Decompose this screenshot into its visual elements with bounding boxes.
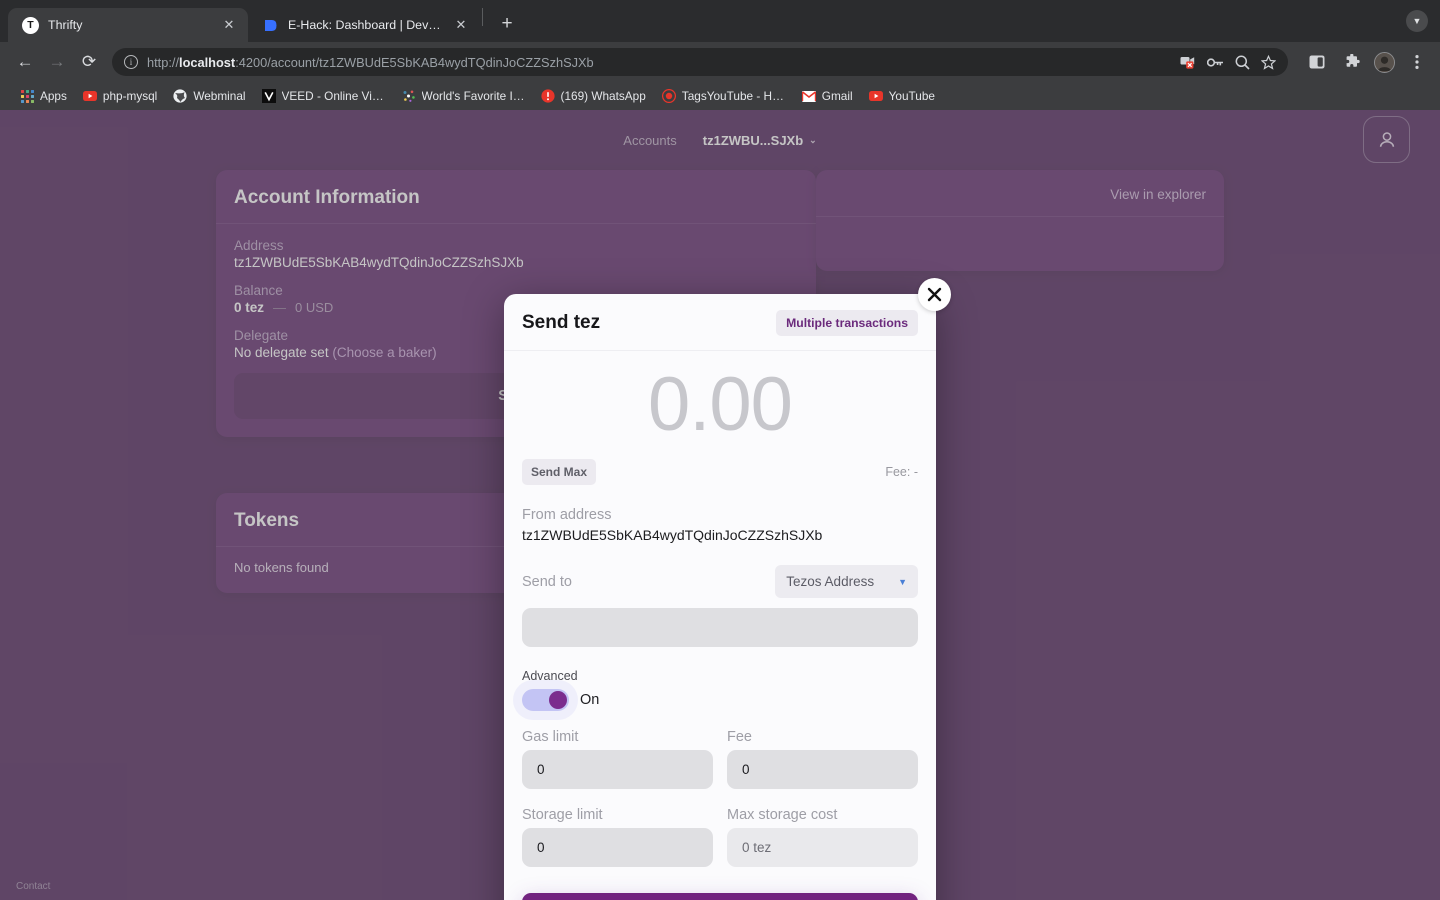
chrome-menu-icon[interactable] (1404, 49, 1430, 75)
storage-limit-input[interactable]: 0 (522, 828, 713, 867)
youtube-icon (82, 89, 97, 103)
recipient-address-input[interactable] (522, 608, 918, 647)
bookmark-label: php-mysql (102, 89, 158, 103)
back-button[interactable]: ← (10, 47, 40, 77)
toggle-knob (549, 691, 567, 709)
globe-icon (173, 89, 187, 103)
camera-blocked-icon[interactable] (1180, 55, 1196, 69)
tab-title: Thrifty (48, 18, 83, 32)
bookmark-star-icon[interactable] (1261, 54, 1276, 70)
fee-field: Fee 0 (727, 729, 918, 789)
address-bar[interactable]: i http://localhost:4200/account/tz1ZWBUd… (112, 48, 1288, 76)
record-icon (661, 89, 676, 103)
browser-tab-thrifty[interactable]: T Thrifty ✕ (8, 8, 248, 42)
multiple-transactions-button[interactable]: Multiple transactions (776, 310, 918, 336)
devfolio-favicon-icon (262, 17, 279, 34)
omnibox-actions (1180, 54, 1276, 70)
gas-limit-input[interactable]: 0 (522, 750, 713, 789)
bookmark-tagsyoutube[interactable]: TagsYouTube - Ha… (654, 86, 794, 106)
send-tez-modal: Send tez Multiple transactions 0.00 Send… (504, 294, 936, 900)
fee-label: Fee (727, 729, 752, 745)
advanced-toggle-state: On (580, 692, 600, 708)
advanced-toggle-row: On (522, 689, 918, 711)
max-storage-cost-field: Max storage cost 0 tez (727, 807, 918, 867)
bookmark-label: Webminal (193, 89, 246, 103)
confetti-icon (402, 89, 416, 103)
amount-zone: 0.00 (522, 351, 918, 463)
zoom-out-icon[interactable] (1235, 55, 1250, 70)
tab-close-icon[interactable]: ✕ (452, 16, 470, 34)
youtube-icon (868, 89, 883, 103)
bookmark-label: YouTube (888, 89, 935, 103)
bookmark-gmail[interactable]: Gmail (794, 86, 861, 106)
window-controls-button[interactable]: ▼ (1406, 10, 1428, 32)
advanced-label: Advanced (522, 669, 578, 683)
send-to-label: Send to (522, 573, 572, 590)
close-icon (927, 287, 942, 302)
bookmark-whatsapp[interactable]: (169) WhatsApp (533, 86, 654, 106)
from-address-value: tz1ZWBUdE5SbKAB4wydTQdinJoCZZSzhSJXb (522, 527, 823, 543)
fee-note: Fee: - (885, 465, 918, 479)
reload-button[interactable]: ⟳ (74, 47, 104, 77)
amount-input[interactable]: 0.00 (522, 363, 918, 447)
bookmark-label: VEED - Online Vid… (281, 89, 386, 103)
bookmark-php-mysql[interactable]: php-mysql (75, 86, 165, 106)
storage-row: Storage limit 0 Max storage cost 0 tez (522, 807, 918, 867)
browser-toolbar: ← → ⟳ i http://localhost:4200/account/tz… (0, 42, 1440, 82)
preview-button[interactable]: Preview (522, 893, 918, 900)
from-address-label: From address (522, 507, 612, 523)
bookmark-youtube[interactable]: YouTube (861, 86, 943, 106)
max-storage-cost-value: 0 tez (727, 828, 918, 867)
max-storage-cost-label: Max storage cost (727, 807, 838, 823)
address-type-select[interactable]: Tezos Address ▼ (775, 565, 918, 598)
close-modal-button[interactable] (918, 278, 951, 311)
alert-icon (540, 89, 555, 103)
bookmark-apps[interactable]: Apps (12, 86, 75, 106)
advanced-toggle[interactable] (522, 689, 569, 711)
bookmark-worlds-favorite[interactable]: World's Favorite I… (394, 86, 533, 106)
chevron-down-icon: ▼ (898, 576, 907, 587)
address-type-value: Tezos Address (786, 574, 875, 589)
modal-body: 0.00 Send Max Fee: - From address tz1ZWB… (504, 351, 936, 900)
thrifty-favicon-icon: T (22, 16, 39, 34)
bookmark-webminal[interactable]: Webminal (165, 86, 253, 106)
tab-divider (482, 8, 483, 26)
veed-icon (261, 89, 276, 103)
tab-close-icon[interactable]: ✕ (220, 16, 238, 34)
extensions-puzzle-icon[interactable] (1339, 49, 1365, 75)
tab-strip: T Thrifty ✕ E-Hack: Dashboard | Devfolio… (0, 0, 1440, 42)
browser-window: T Thrifty ✕ E-Hack: Dashboard | Devfolio… (0, 0, 1440, 900)
send-to-row: Send to Tezos Address ▼ (522, 565, 918, 598)
bookmark-label: TagsYouTube - Ha… (681, 89, 786, 103)
key-icon[interactable] (1207, 56, 1224, 69)
profile-avatar-icon[interactable] (1374, 51, 1395, 73)
gas-limit-label: Gas limit (522, 729, 579, 745)
modal-title: Send tez (522, 312, 601, 333)
forward-button[interactable]: → (42, 47, 72, 77)
side-panel-icon[interactable] (1304, 49, 1330, 75)
tab-title: E-Hack: Dashboard | Devfolio (288, 18, 443, 32)
bookmark-label: Gmail (821, 89, 853, 103)
bookmark-veed[interactable]: VEED - Online Vid… (254, 86, 394, 106)
web-page: Accounts tz1ZWBU...SJXb ⌄ Account Inform… (0, 110, 1440, 900)
gas-fee-row: Gas limit 0 Fee 0 (522, 729, 918, 789)
site-info-icon[interactable]: i (124, 55, 138, 69)
bookmarks-bar: Apps php-mysql Webminal VEED - Online Vi… (0, 82, 1440, 110)
storage-limit-label: Storage limit (522, 807, 603, 823)
gas-limit-field: Gas limit 0 (522, 729, 713, 789)
browser-tab-devfolio[interactable]: E-Hack: Dashboard | Devfolio ✕ (248, 8, 480, 42)
new-tab-button[interactable]: + (493, 10, 521, 38)
apps-grid-icon (20, 89, 34, 103)
bookmark-label: World's Favorite I… (421, 89, 525, 103)
toolbar-actions (1298, 49, 1430, 75)
fee-input[interactable]: 0 (727, 750, 918, 789)
modal-header: Send tez Multiple transactions (504, 294, 936, 351)
bookmark-label: Apps (40, 89, 67, 103)
gmail-icon (801, 89, 816, 103)
bookmark-label: (169) WhatsApp (560, 89, 646, 103)
storage-limit-field: Storage limit 0 (522, 807, 713, 867)
url-text: http://localhost:4200/account/tz1ZWBUdE5… (147, 54, 594, 70)
